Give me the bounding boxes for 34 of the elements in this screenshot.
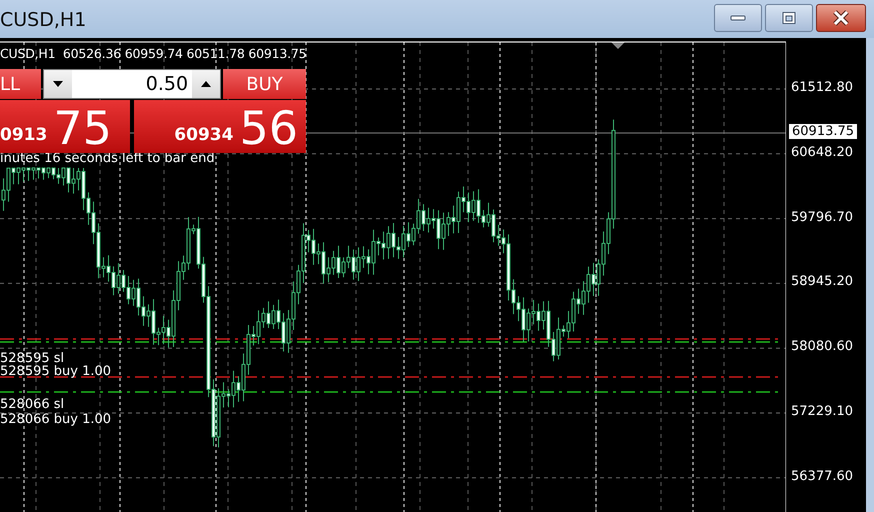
price-label: 58945.20 bbox=[791, 274, 854, 290]
current-price-label: 60913.75 bbox=[789, 124, 858, 139]
lot-size-field[interactable]: 0.50 bbox=[43, 69, 222, 99]
price-pips: 75 bbox=[53, 103, 112, 153]
maximize-button[interactable] bbox=[765, 4, 813, 32]
sell-button[interactable]: LL bbox=[0, 69, 42, 99]
shift-marker-icon bbox=[611, 42, 625, 49]
buy-price[interactable]: 60934 56 bbox=[134, 100, 306, 153]
price-label: 61512.80 bbox=[791, 80, 854, 95]
price-label: 56377.60 bbox=[791, 468, 854, 484]
order-label: 528595 sl bbox=[0, 352, 64, 366]
price-label: 58080.60 bbox=[791, 339, 854, 354]
increase-button[interactable] bbox=[192, 70, 220, 98]
price-prefix: 0913 bbox=[0, 125, 48, 145]
window-title: CUSD,H1 bbox=[0, 9, 86, 31]
minimize-button[interactable] bbox=[714, 4, 762, 32]
price-label: 57229.10 bbox=[791, 404, 854, 419]
minimize-icon bbox=[730, 14, 746, 22]
up-arrow-icon bbox=[201, 81, 212, 87]
order-label: 528595 buy 1.00 bbox=[0, 365, 112, 379]
close-button[interactable] bbox=[816, 4, 866, 32]
buy-button[interactable]: BUY bbox=[223, 69, 306, 99]
order-label: 528066 sl bbox=[0, 398, 64, 412]
decrease-button[interactable] bbox=[44, 70, 72, 98]
close-icon bbox=[832, 10, 850, 26]
price-pips: 56 bbox=[239, 103, 298, 153]
maximize-icon bbox=[781, 11, 797, 25]
down-arrow-icon bbox=[53, 81, 64, 87]
chart-info: CUSD,H1 60526.36 60959.74 60511.78 60913.75 bbox=[0, 46, 306, 61]
price-label: 60648.20 bbox=[791, 144, 854, 160]
sell-price[interactable]: 0913 75 bbox=[0, 100, 130, 153]
price-label: 59796.70 bbox=[791, 210, 854, 225]
price-prefix: 60934 bbox=[174, 125, 234, 145]
order-label: 528066 buy 1.00 bbox=[0, 413, 112, 427]
